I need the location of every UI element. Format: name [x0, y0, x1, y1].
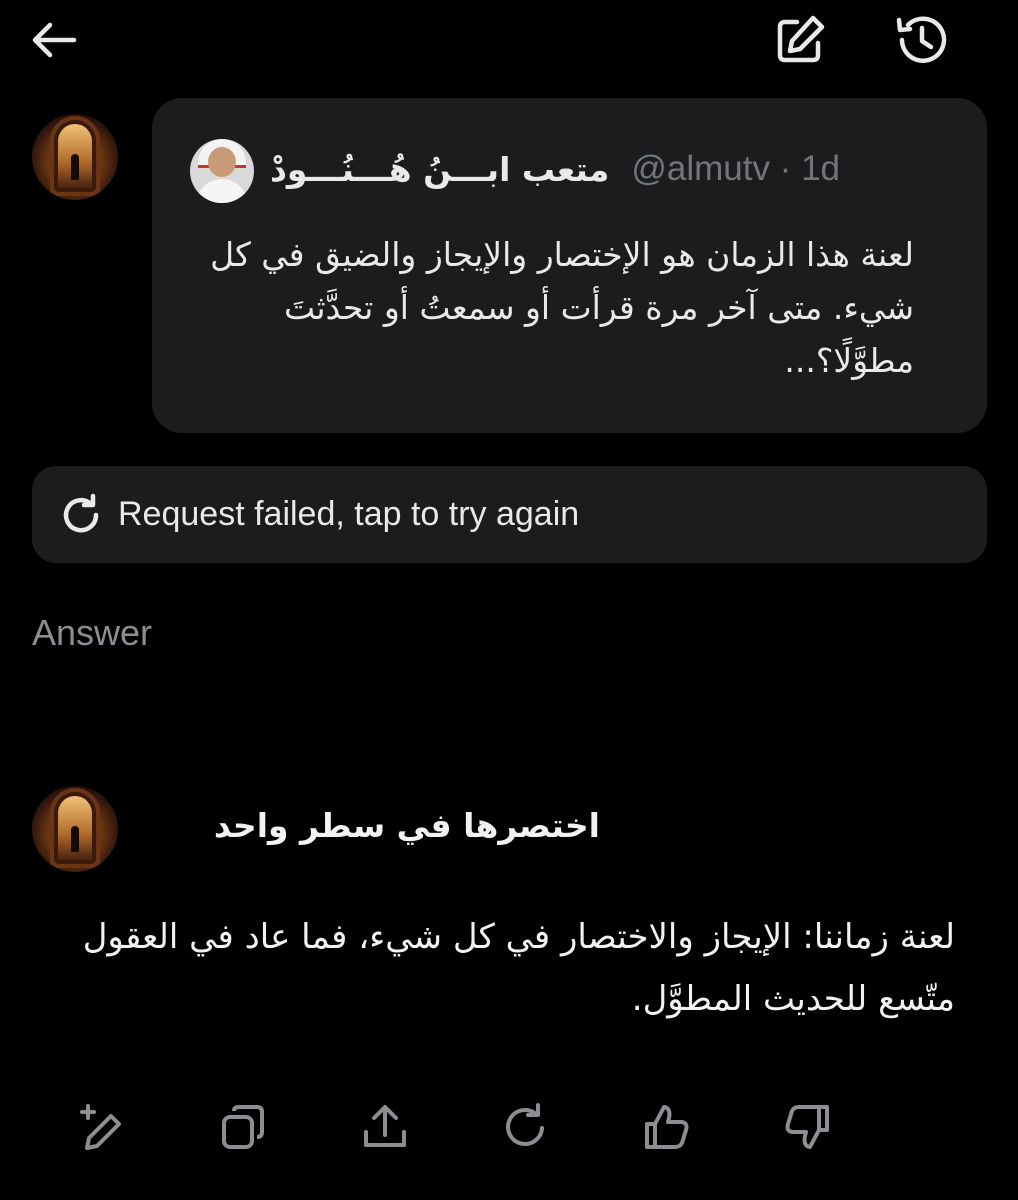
new-chat-button[interactable] — [772, 12, 828, 68]
avatar-figure — [71, 154, 79, 180]
user-prompt-text: اختصرها في سطر واحد — [213, 806, 600, 845]
regenerate-button[interactable] — [498, 1100, 552, 1154]
error-message: Request failed, tap to try again — [118, 495, 580, 533]
avatar-head — [208, 147, 236, 177]
quoted-author-avatar[interactable] — [190, 139, 254, 203]
avatar-body — [196, 179, 248, 203]
user-avatar — [32, 114, 118, 200]
answer-section-label: Answer — [32, 612, 153, 653]
copy-button[interactable] — [216, 1100, 270, 1154]
back-button[interactable] — [26, 14, 82, 66]
thumbs-down-button[interactable] — [780, 1100, 834, 1154]
request-failed-retry-bar[interactable]: Request failed, tap to try again — [32, 466, 987, 563]
arrow-left-icon — [32, 22, 77, 58]
user-avatar — [32, 786, 118, 872]
quoted-post-text: لعنة هذا الزمان هو الإختصار والإيجاز وال… — [210, 235, 914, 380]
history-icon — [896, 16, 947, 63]
answer-text: لعنة زماننا: الإيجاز والاختصار في كل شيء… — [82, 917, 955, 1019]
regenerate-icon — [506, 1103, 544, 1146]
copy-icon — [222, 1105, 264, 1149]
quoted-post-card[interactable]: متعب ابـــنُ هُـــنُـــودْ @almutv · 1d … — [152, 98, 987, 433]
edit-button[interactable] — [76, 1100, 130, 1154]
edit-sparkle-icon — [80, 1104, 121, 1150]
share-icon — [364, 1105, 406, 1147]
quoted-post-header: متعب ابـــنُ هُـــنُـــودْ @almutv · 1d — [270, 144, 840, 194]
answer-actions-row — [0, 1100, 1018, 1154]
quoted-author-name[interactable]: متعب ابـــنُ هُـــنُـــودْ — [270, 150, 609, 189]
refresh-icon — [63, 493, 99, 532]
thumbs-up-button[interactable] — [640, 1100, 694, 1154]
share-button[interactable] — [358, 1100, 412, 1154]
avatar-figure — [71, 826, 79, 852]
thumbs-up-icon — [645, 1105, 689, 1149]
history-button[interactable] — [892, 10, 952, 70]
compose-icon — [777, 15, 825, 63]
quoted-author-handle-time: @almutv · 1d — [631, 149, 840, 188]
thumbs-down-icon — [785, 1105, 829, 1149]
